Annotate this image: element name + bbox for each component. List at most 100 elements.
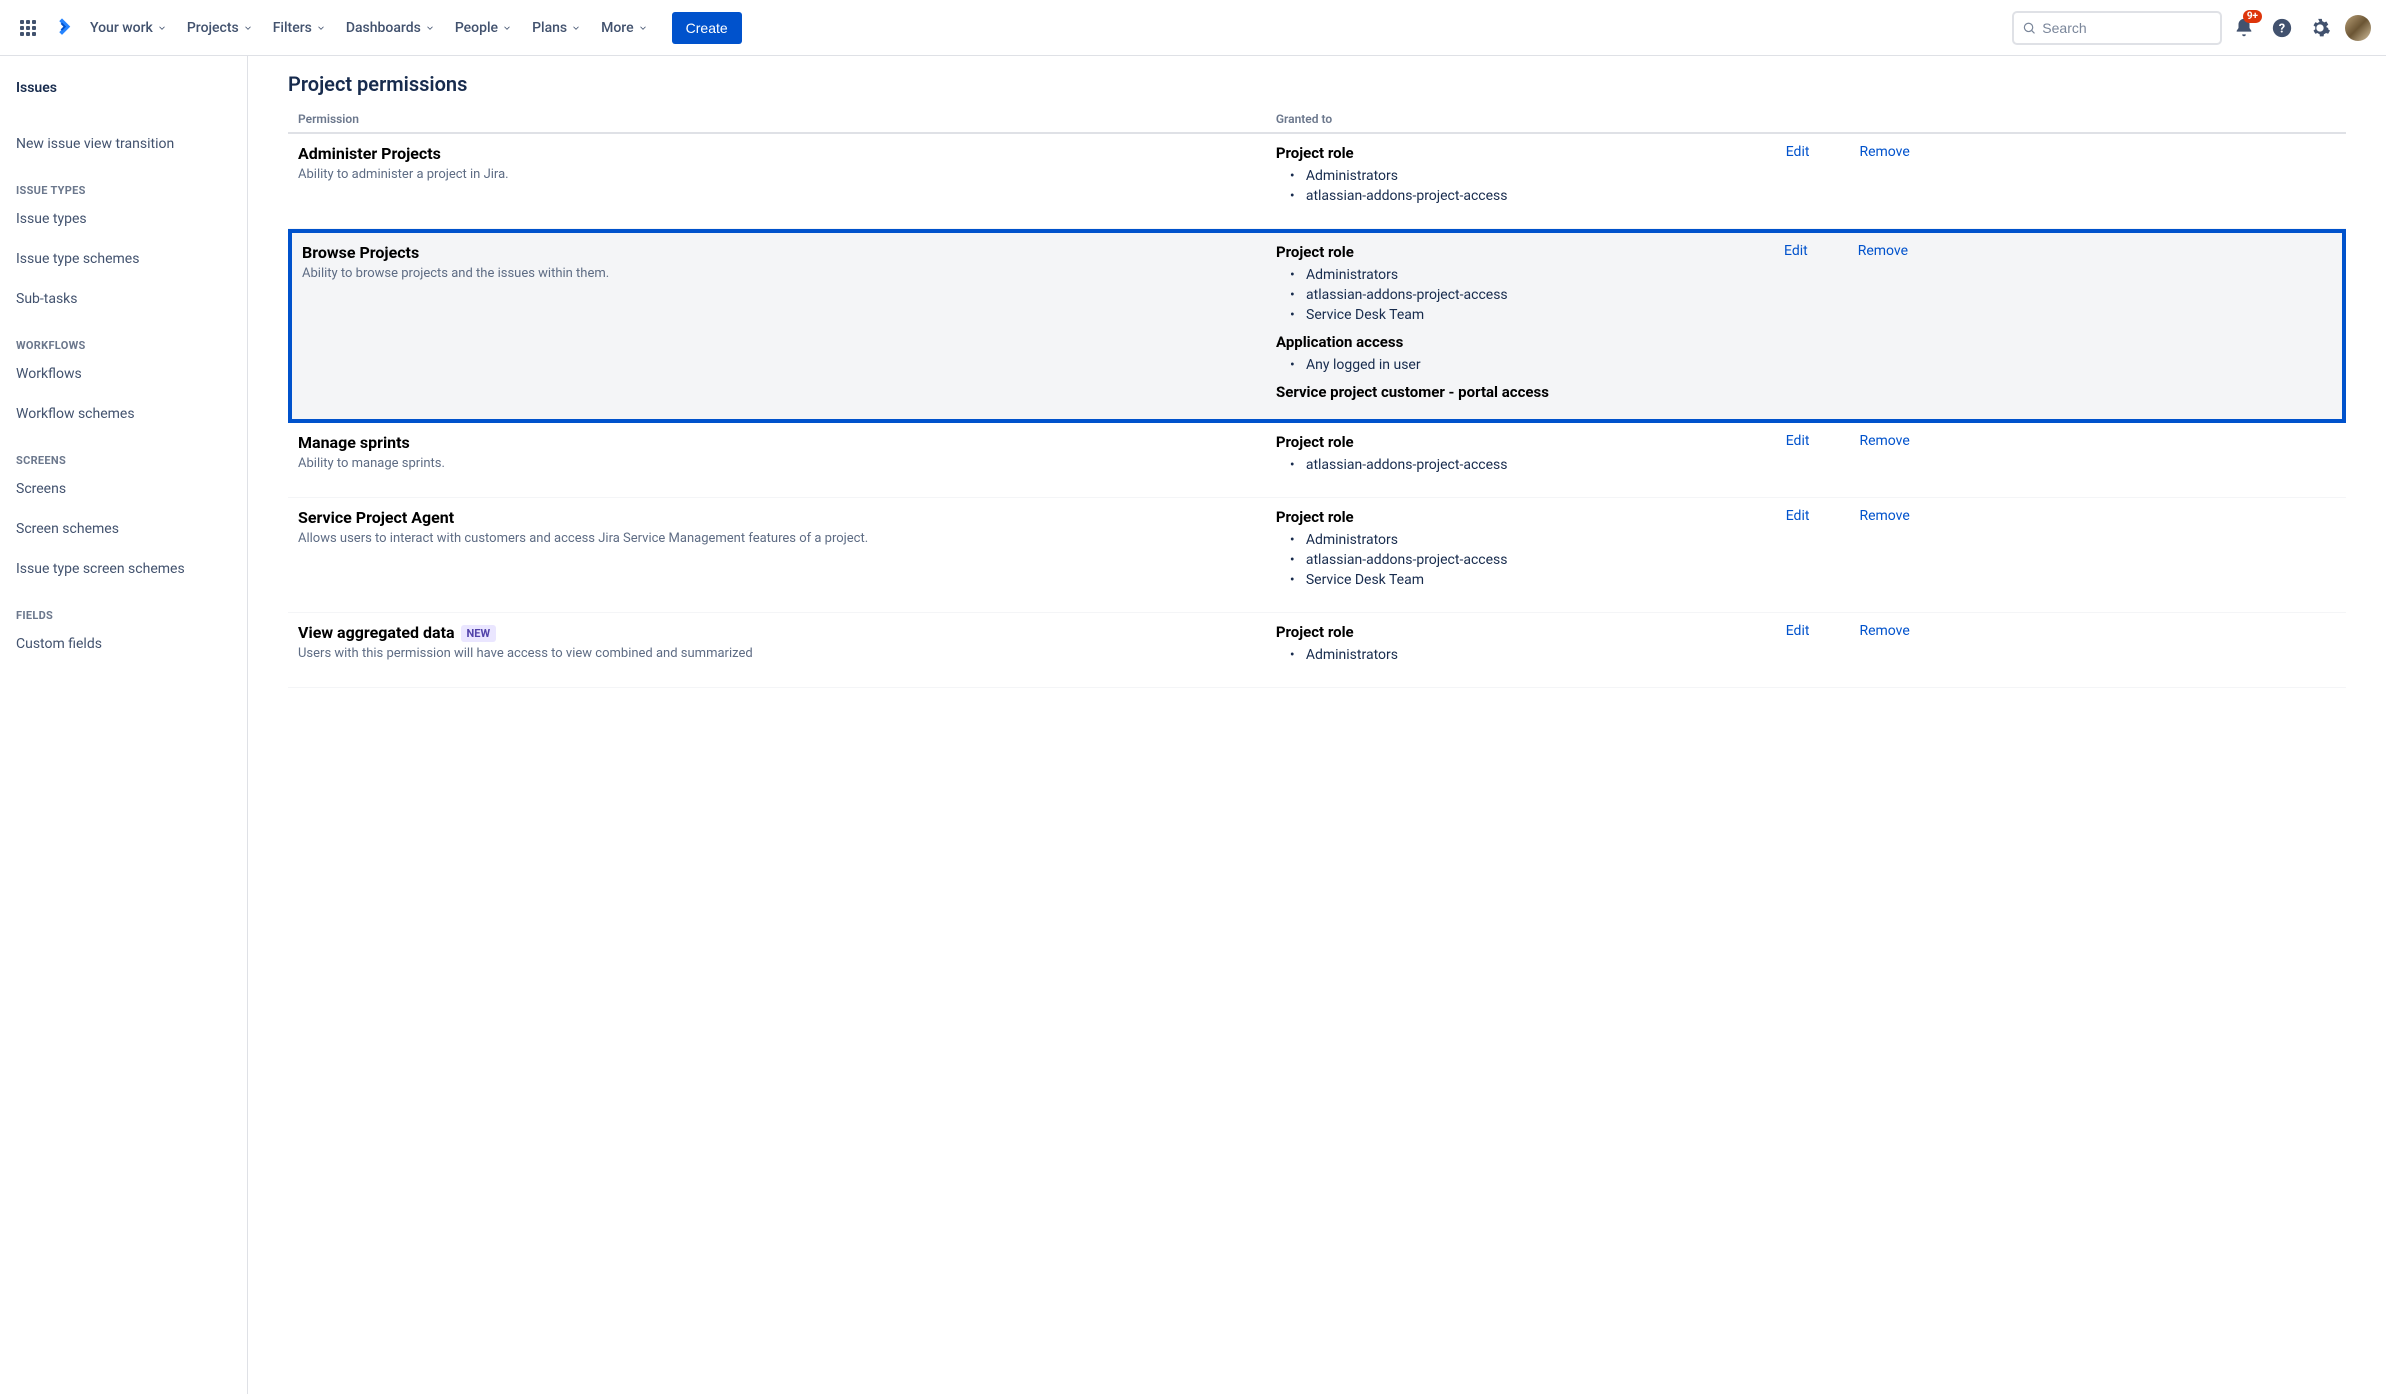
permission-description: Users with this permission will have acc…	[298, 646, 1276, 661]
sidebar-item-custom-fields[interactable]: Custom fields	[0, 628, 247, 660]
edit-link[interactable]: Edit	[1786, 144, 1810, 214]
sidebar-item-issue-type-schemes[interactable]: Issue type schemes	[0, 243, 247, 275]
help-button[interactable]: ?	[2266, 12, 2298, 44]
top-nav-right: 9+ ?	[2012, 11, 2374, 45]
avatar	[2345, 15, 2371, 41]
search-box[interactable]	[2012, 11, 2222, 45]
chevron-down-icon	[571, 23, 581, 33]
granted-list: Administratorsatlassian-addons-project-a…	[1276, 530, 1770, 590]
nav-item-your-work[interactable]: Your work	[80, 12, 177, 44]
main-content: Project permissions Permission Granted t…	[248, 56, 2386, 1394]
granted-group-title: Project role	[1276, 144, 1770, 162]
permissions-rows: Administer ProjectsAbility to administer…	[288, 134, 2346, 688]
sidebar-item-issue-types[interactable]: Issue types	[0, 203, 247, 235]
sidebar-section-header: ISSUE TYPES	[0, 168, 247, 203]
top-nav: Your work Projects Filters Dashboards People…	[0, 0, 2386, 56]
permission-name: Browse Projects	[302, 243, 1276, 262]
edit-link[interactable]: Edit	[1786, 508, 1810, 598]
remove-link[interactable]: Remove	[1858, 243, 1908, 405]
granted-list: Administratorsatlassian-addons-project-a…	[1276, 166, 1770, 206]
granted-group-title: Application access	[1276, 333, 1768, 351]
table-header-row: Permission Granted to	[288, 112, 2346, 134]
granted-list-item: Any logged in user	[1306, 355, 1768, 375]
settings-button[interactable]	[2304, 12, 2336, 44]
permission-col: View aggregated dataNEW Users with this p…	[288, 623, 1276, 673]
sidebar-item-new-issue-view[interactable]: New issue view transition	[0, 128, 247, 160]
nav-item-filters[interactable]: Filters	[263, 12, 336, 44]
permission-description: Ability to browse projects and the issue…	[302, 266, 1276, 281]
permission-row: Browse Projects Ability to browse project…	[288, 229, 2346, 423]
app-switcher-button[interactable]	[12, 12, 44, 44]
search-icon	[2022, 20, 2036, 36]
remove-link[interactable]: Remove	[1859, 623, 1909, 673]
nav-item-label: Filters	[273, 20, 312, 36]
sidebar-item-sub-tasks[interactable]: Sub-tasks	[0, 283, 247, 315]
notifications-button[interactable]: 9+	[2228, 12, 2260, 44]
header-granted-to: Granted to	[1276, 112, 1770, 126]
nav-item-label: More	[601, 20, 634, 36]
jira-logo[interactable]	[46, 12, 78, 44]
chevron-down-icon	[316, 23, 326, 33]
remove-link[interactable]: Remove	[1859, 508, 1909, 598]
layout: Issues New issue view transition ISSUE T…	[0, 56, 2386, 1394]
sidebar-section-header: SCREENS	[0, 438, 247, 473]
new-badge: NEW	[461, 625, 497, 642]
permission-col: Browse Projects Ability to browse project…	[292, 243, 1276, 405]
remove-link[interactable]: Remove	[1859, 433, 1909, 483]
permission-name: Service Project Agent	[298, 508, 1276, 527]
svg-text:?: ?	[2279, 21, 2285, 36]
chevron-down-icon	[638, 23, 648, 33]
nav-item-label: Projects	[187, 20, 239, 36]
sidebar-item-workflow-schemes[interactable]: Workflow schemes	[0, 398, 247, 430]
nav-item-label: People	[455, 20, 498, 36]
granted-list-item: atlassian-addons-project-access	[1306, 285, 1768, 305]
permission-col: Administer ProjectsAbility to administer…	[288, 144, 1276, 214]
sidebar-item-screen-schemes[interactable]: Screen schemes	[0, 513, 247, 545]
granted-list-item: Service Desk Team	[1306, 305, 1768, 325]
permission-col: Manage sprintsAbility to manage sprints.	[288, 433, 1276, 483]
nav-item-label: Plans	[532, 20, 567, 36]
actions-col: Edit Remove	[1770, 144, 2346, 214]
granted-list: atlassian-addons-project-access	[1276, 455, 1770, 475]
permission-row: Service Project AgentAllows users to int…	[288, 498, 2346, 613]
header-permission: Permission	[288, 112, 1276, 126]
profile-button[interactable]	[2342, 12, 2374, 44]
remove-link[interactable]: Remove	[1859, 144, 1909, 214]
granted-group-title: Project role	[1276, 243, 1768, 261]
granted-col: Project roleAdministrators	[1276, 623, 1770, 673]
sidebar-item-issue-type-screen-schemes[interactable]: Issue type screen schemes	[0, 553, 247, 585]
top-nav-left: Your work Projects Filters Dashboards People…	[12, 12, 742, 44]
nav-item-people[interactable]: People	[445, 12, 522, 44]
permission-col: Service Project AgentAllows users to int…	[288, 508, 1276, 598]
nav-item-more[interactable]: More	[591, 12, 658, 44]
sidebar: Issues New issue view transition ISSUE T…	[0, 56, 248, 1394]
granted-group-title: Project role	[1276, 623, 1770, 641]
edit-link[interactable]: Edit	[1786, 623, 1810, 673]
granted-list: Administratorsatlassian-addons-project-a…	[1276, 265, 1768, 325]
permission-name: View aggregated dataNEW	[298, 623, 1276, 642]
nav-item-plans[interactable]: Plans	[522, 12, 591, 44]
nav-item-projects[interactable]: Projects	[177, 12, 263, 44]
edit-link[interactable]: Edit	[1784, 243, 1808, 405]
sidebar-item-issues[interactable]: Issues	[0, 72, 247, 104]
actions-col: Edit Remove	[1770, 433, 2346, 483]
nav-item-dashboards[interactable]: Dashboards	[336, 12, 445, 44]
granted-group-title: Project role	[1276, 433, 1770, 451]
permissions-table: Permission Granted to Administer Project…	[288, 112, 2346, 688]
permission-row: Manage sprintsAbility to manage sprints.…	[288, 423, 2346, 498]
search-input[interactable]	[2042, 20, 2212, 36]
create-button[interactable]: Create	[672, 12, 742, 44]
sidebar-sections: ISSUE TYPESIssue types Issue type schemes…	[0, 168, 247, 660]
nav-item-label: Dashboards	[346, 20, 421, 36]
granted-col: Project roleAdministratorsatlassian-addo…	[1276, 508, 1770, 598]
edit-link[interactable]: Edit	[1786, 433, 1810, 483]
sidebar-item-screens[interactable]: Screens	[0, 473, 247, 505]
nav-items-container: Your work Projects Filters Dashboards People…	[80, 12, 658, 44]
help-icon: ?	[2271, 17, 2293, 39]
permission-name: Manage sprints	[298, 433, 1276, 452]
granted-list-item: Administrators	[1306, 265, 1768, 285]
sidebar-section-header: FIELDS	[0, 593, 247, 628]
sidebar-item-workflows[interactable]: Workflows	[0, 358, 247, 390]
chevron-down-icon	[425, 23, 435, 33]
chevron-down-icon	[243, 23, 253, 33]
